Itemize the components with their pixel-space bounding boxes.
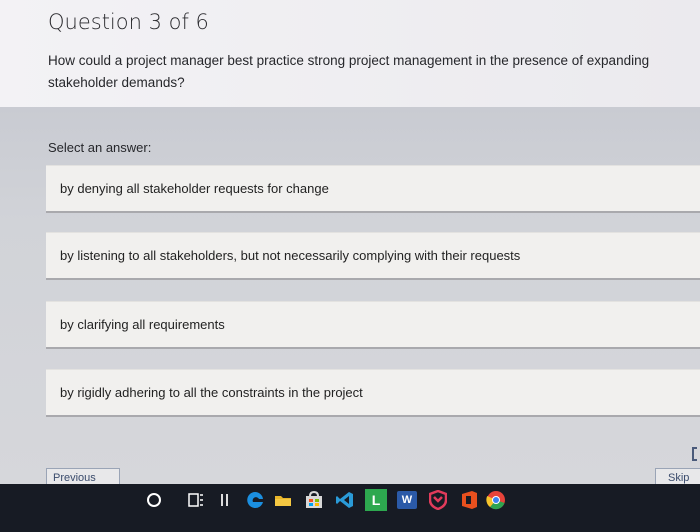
answer-option-label: by listening to all stakeholders, but no… <box>60 248 521 263</box>
answer-option-label: by denying all stakeholder requests for … <box>60 181 329 196</box>
store-icon[interactable] <box>303 489 325 511</box>
skip-button-label: Skip <box>668 472 690 484</box>
answer-option-1[interactable]: by denying all stakeholder requests for … <box>46 165 700 213</box>
edge-icon[interactable] <box>244 489 266 511</box>
scroll-marker <box>692 447 697 461</box>
vscode-icon[interactable] <box>334 489 356 511</box>
office-icon[interactable] <box>458 489 480 511</box>
question-counter: Question 3 of 6 <box>48 10 209 34</box>
answer-option-2[interactable]: by listening to all stakeholders, but no… <box>46 232 700 280</box>
word-tile: W <box>397 491 417 509</box>
answer-option-3[interactable]: by clarifying all requirements <box>46 301 700 349</box>
launcher-icon[interactable]: L <box>365 489 387 511</box>
previous-button-label: Previous <box>53 472 96 484</box>
answer-option-4[interactable]: by rigidly adhering to all the constrain… <box>46 369 700 417</box>
launcher-letter: L <box>371 492 381 508</box>
quiz-screen: Question 3 of 6 How could a project mana… <box>0 0 700 490</box>
task-view-icon[interactable] <box>185 489 207 511</box>
answer-option-label: by rigidly adhering to all the constrain… <box>60 385 363 400</box>
question-header: Question 3 of 6 How could a project mana… <box>0 0 700 107</box>
answer-option-label: by clarifying all requirements <box>60 317 225 332</box>
pause-icon[interactable] <box>214 489 236 511</box>
select-answer-label: Select an answer: <box>48 140 152 155</box>
mcafee-shield-icon[interactable] <box>427 489 449 511</box>
chrome-icon[interactable] <box>485 489 507 511</box>
word-icon[interactable]: W <box>396 489 418 511</box>
search-circle-icon[interactable] <box>143 489 165 511</box>
question-text: How could a project manager best practic… <box>48 53 650 90</box>
file-explorer-icon[interactable] <box>272 489 294 511</box>
word-letter: W <box>401 494 413 506</box>
